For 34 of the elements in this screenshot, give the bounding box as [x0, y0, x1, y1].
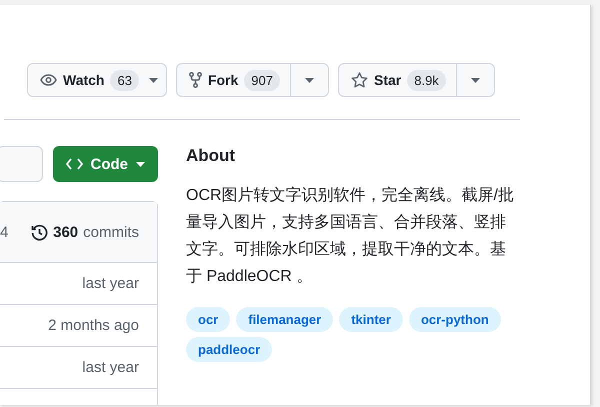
action-count: 907 [244, 70, 280, 90]
action-label: Watch [63, 72, 104, 88]
commits-link[interactable]: 360 commits [31, 224, 139, 240]
cut-text: 4 [0, 224, 8, 240]
commit-time: 2 months ago [48, 317, 139, 334]
action-label-button[interactable]: Star 8.9k [339, 64, 456, 96]
action-label: Fork [208, 72, 238, 88]
topic-tag[interactable]: ocr [186, 307, 230, 332]
about-heading: About [186, 146, 236, 166]
action-button[interactable]: Fork 907 [176, 63, 329, 97]
star-icon [351, 72, 368, 88]
action-button[interactable]: Watch 63 [27, 63, 167, 97]
commit-time: last year [82, 275, 139, 292]
action-count: 8.9k [407, 70, 446, 90]
topic-tag[interactable]: ocr-python [408, 307, 501, 332]
caret-icon [305, 78, 314, 82]
code-icon [66, 158, 82, 170]
code-button[interactable]: Code [52, 146, 158, 182]
caret-icon [136, 162, 145, 166]
action-label-button[interactable]: Fork 907 [176, 64, 290, 96]
eye-icon [40, 74, 57, 86]
action-button[interactable]: Star 8.9k [338, 63, 495, 97]
action-label-button[interactable]: Watch 63 [28, 64, 149, 96]
topic-tag[interactable]: tkinter [339, 307, 403, 332]
commit-time: last year [82, 359, 139, 376]
about-description: OCR图片转文字识别软件，完全离线。截屏/批量导入图片，支持多国语言、合并段落、竖排文字。可排除水印区域，提取干净的文本。基于 PaddleOCR 。 [186, 186, 515, 287]
caret-icon [148, 78, 158, 82]
action-count: 63 [110, 70, 139, 90]
topic-tag[interactable]: paddleocr [186, 337, 272, 362]
history-icon [31, 224, 48, 240]
caret-icon [470, 78, 480, 82]
topic-tag[interactable]: filemanager [236, 307, 334, 332]
action-label: Star [374, 72, 402, 88]
fork-icon [188, 72, 202, 88]
